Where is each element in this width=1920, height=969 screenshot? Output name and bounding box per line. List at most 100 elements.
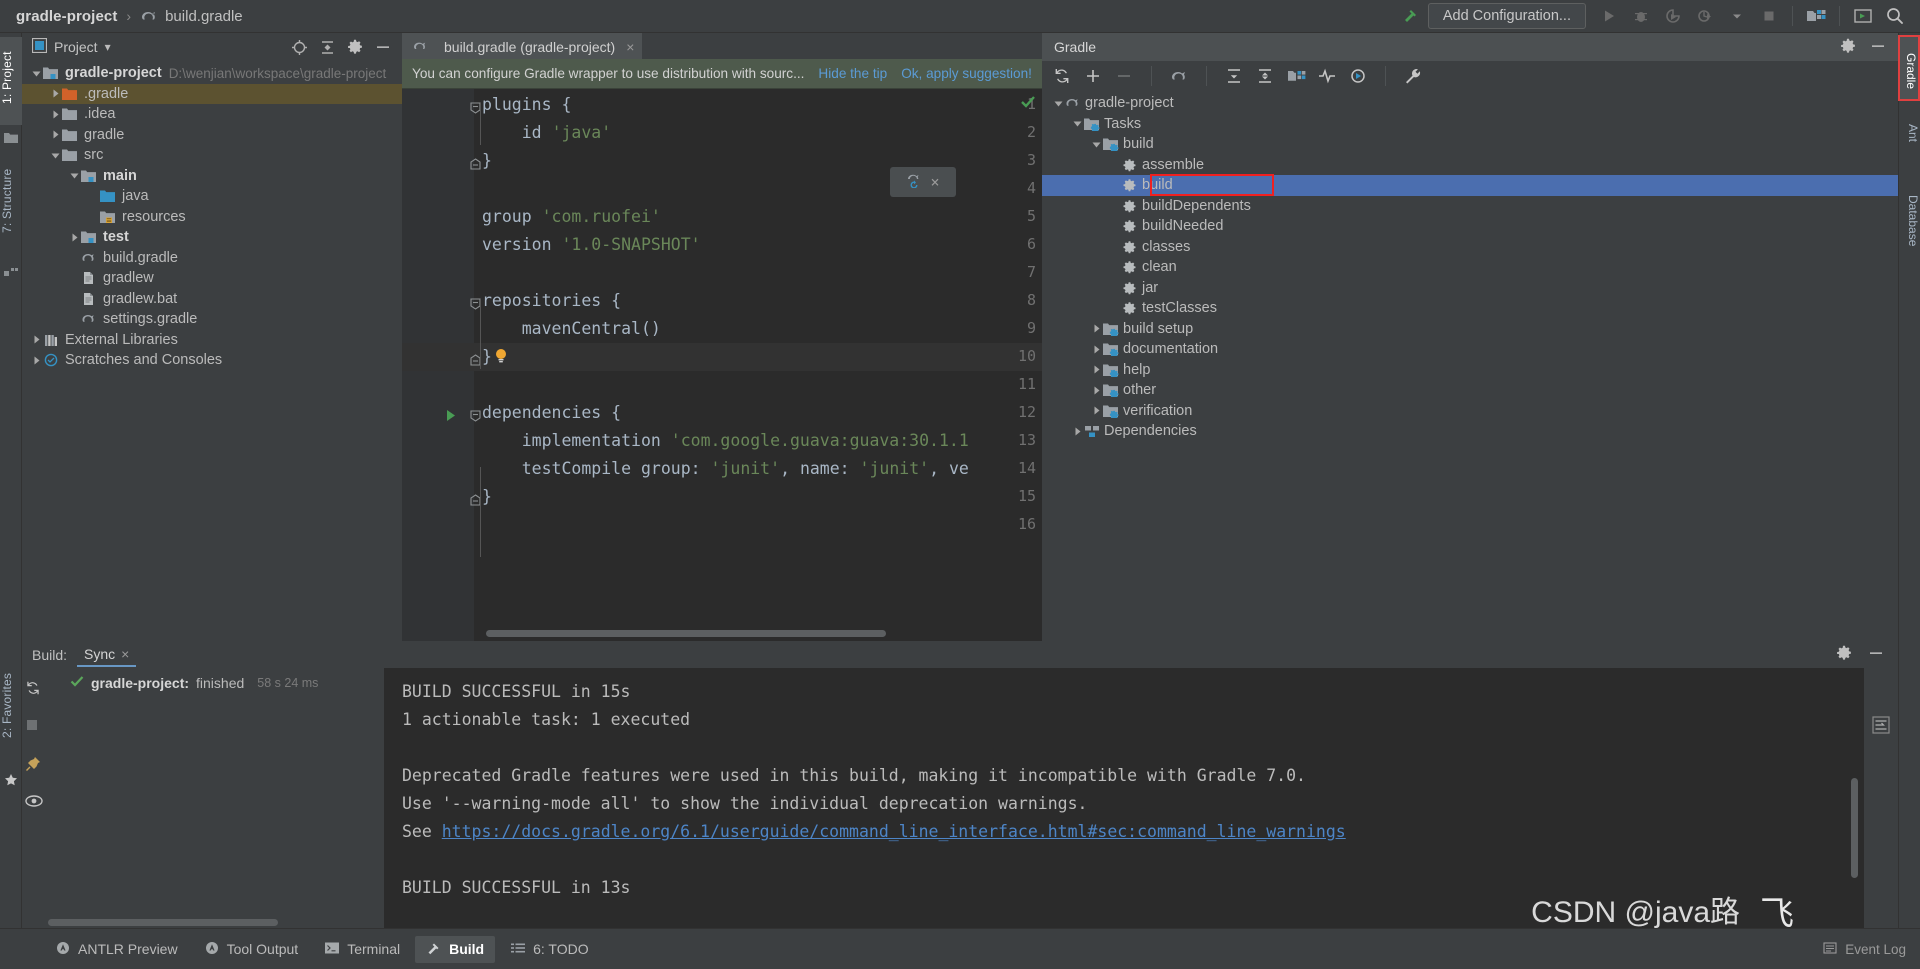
tree-twisty[interactable]: [68, 272, 81, 285]
hide-icon[interactable]: [374, 38, 392, 56]
gradle-tree-row[interactable]: documentation: [1042, 339, 1898, 360]
tree-twisty[interactable]: [30, 333, 43, 346]
tree-twisty[interactable]: [30, 67, 43, 80]
tree-twisty[interactable]: [87, 190, 100, 203]
project-tree-row[interactable]: gradle: [22, 125, 402, 146]
console-link[interactable]: https://docs.gradle.org/6.1/userguide/co…: [442, 822, 1346, 841]
gradle-tree-row[interactable]: Dependencies: [1042, 421, 1898, 442]
gradle-tree-row[interactable]: gradle-project: [1042, 93, 1898, 114]
add-configuration-button[interactable]: Add Configuration...: [1427, 3, 1586, 29]
gradle-refresh-icon[interactable]: [906, 172, 926, 192]
locate-icon[interactable]: [290, 38, 308, 56]
gradle-tree-row[interactable]: help: [1042, 360, 1898, 381]
hide-icon[interactable]: [1868, 645, 1884, 664]
magnifier-icon[interactable]: [1880, 3, 1910, 29]
collapse-all-icon[interactable]: [1255, 66, 1275, 86]
stop-icon[interactable]: [1754, 3, 1784, 29]
tree-twisty[interactable]: [1090, 363, 1103, 376]
build-tree-node[interactable]: gradle-project: finished 58 s 24 ms: [44, 674, 384, 691]
tree-twisty[interactable]: [1090, 343, 1103, 356]
tree-twisty[interactable]: [1109, 199, 1122, 212]
run-with-coverage-icon[interactable]: [1658, 3, 1688, 29]
tree-twisty[interactable]: [68, 313, 81, 326]
debug-icon[interactable]: [1626, 3, 1656, 29]
sidebar-item-project[interactable]: 1: Project: [0, 37, 22, 125]
project-structure-icon[interactable]: [1286, 66, 1306, 86]
tree-twisty[interactable]: [1090, 138, 1103, 151]
project-tree-row[interactable]: settings.gradle: [22, 309, 402, 330]
gradle-tree-row[interactable]: assemble: [1042, 155, 1898, 176]
gradle-tree-row[interactable]: jar: [1042, 278, 1898, 299]
project-tree-row[interactable]: src: [22, 145, 402, 166]
gradle-tree-row[interactable]: other: [1042, 380, 1898, 401]
tree-twisty[interactable]: [1109, 220, 1122, 233]
close-icon[interactable]: ×: [626, 39, 634, 55]
project-tree-row[interactable]: build.gradle: [22, 248, 402, 269]
settings-gear-icon[interactable]: [346, 38, 364, 56]
settings-gear-icon[interactable]: [1840, 38, 1856, 57]
tree-twisty[interactable]: [1090, 384, 1103, 397]
toggle-offline-icon[interactable]: [1317, 66, 1337, 86]
tree-twisty[interactable]: [1109, 158, 1122, 171]
chevron-down-icon[interactable]: [1722, 3, 1752, 29]
add-icon[interactable]: [1083, 66, 1103, 86]
tree-twisty[interactable]: [68, 292, 81, 305]
project-structure-icon[interactable]: [1801, 3, 1831, 29]
project-tree-row[interactable]: java: [22, 186, 402, 207]
hide-icon[interactable]: [1870, 38, 1886, 57]
stop-icon[interactable]: [25, 718, 41, 734]
tree-twisty[interactable]: [1109, 240, 1122, 253]
wrench-icon[interactable]: [1403, 66, 1423, 86]
sidebar-item-structure[interactable]: 7: Structure: [0, 151, 22, 257]
project-tree-row[interactable]: .gradle: [22, 83, 402, 104]
tree-twisty[interactable]: [1109, 281, 1122, 294]
tree-twisty[interactable]: [1090, 404, 1103, 417]
hide-the-tip-link[interactable]: Hide the tip: [818, 66, 887, 81]
tree-twisty[interactable]: [87, 210, 100, 223]
gradle-tree-row[interactable]: verification: [1042, 401, 1898, 422]
gradle-tree-row[interactable]: clean: [1042, 257, 1898, 278]
tree-twisty[interactable]: [68, 251, 81, 264]
gradle-tree-row[interactable]: build: [1042, 134, 1898, 155]
breadcrumb-project[interactable]: gradle-project: [16, 8, 117, 25]
project-tree-row[interactable]: test: [22, 227, 402, 248]
status-tab-build[interactable]: Build: [415, 935, 496, 963]
gradle-tree-row[interactable]: build setup: [1042, 319, 1898, 340]
gradle-tree-row[interactable]: Tasks: [1042, 114, 1898, 135]
tree-twisty[interactable]: [49, 108, 62, 121]
sidebar-item-favorites[interactable]: 2: Favorites: [0, 653, 22, 763]
close-icon[interactable]: ×: [930, 173, 939, 191]
code-editor[interactable]: 1 plugins {2 id 'java' 3} 4 5 group 'com.ruof…: [402, 89, 1042, 641]
event-log-label[interactable]: Event Log: [1845, 942, 1906, 957]
project-tree-row[interactable]: External Libraries: [22, 330, 402, 351]
rerun-icon[interactable]: [25, 680, 41, 696]
chevron-down-icon[interactable]: ▾: [105, 40, 111, 54]
status-tab-terminal[interactable]: Terminal: [313, 936, 411, 963]
execute-task-icon[interactable]: [1348, 66, 1368, 86]
tree-twisty[interactable]: [1071, 117, 1084, 130]
apply-suggestion-link[interactable]: Ok, apply suggestion!: [901, 66, 1032, 81]
gradle-tree-row[interactable]: testClasses: [1042, 298, 1898, 319]
close-icon[interactable]: ×: [121, 646, 129, 662]
refresh-icon[interactable]: [1052, 66, 1072, 86]
tree-twisty[interactable]: [68, 169, 81, 182]
sidebar-item-ant[interactable]: Ant: [1898, 113, 1920, 149]
project-tree-row[interactable]: gradlew: [22, 268, 402, 289]
tree-twisty[interactable]: [49, 128, 62, 141]
tree-twisty[interactable]: [1071, 425, 1084, 438]
expand-all-icon[interactable]: [1224, 66, 1244, 86]
project-tree-row[interactable]: main: [22, 166, 402, 187]
project-tree-row[interactable]: gradle-project D:\wenjian\workspace\gradl…: [22, 63, 402, 84]
gradle-tree-row[interactable]: classes: [1042, 237, 1898, 258]
project-tree-row[interactable]: gradlew.bat: [22, 289, 402, 310]
search-everywhere-icon[interactable]: [1848, 3, 1878, 29]
settings-gear-icon[interactable]: [1836, 645, 1852, 664]
tree-twisty[interactable]: [1090, 322, 1103, 335]
project-tree-row[interactable]: resources: [22, 207, 402, 228]
breadcrumb-file[interactable]: build.gradle: [165, 8, 243, 25]
project-tree-row[interactable]: .idea: [22, 104, 402, 125]
tree-twisty[interactable]: [1109, 261, 1122, 274]
gradle-tree-row[interactable]: buildDependents: [1042, 196, 1898, 217]
tree-twisty[interactable]: [1052, 97, 1065, 110]
status-tab-6-todo[interactable]: 6: TODO: [499, 936, 600, 963]
